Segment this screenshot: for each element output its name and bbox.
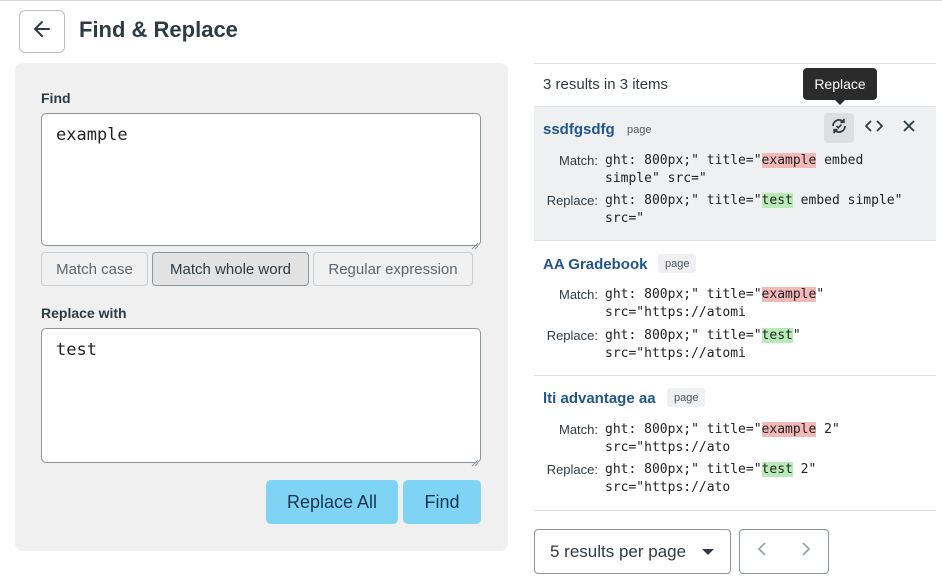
replace-input-value: test xyxy=(56,340,97,360)
previous-page-button[interactable] xyxy=(740,530,784,573)
match-whole-word-label: Match whole word xyxy=(170,260,291,278)
result-title-link[interactable]: ssdfgsdfg xyxy=(543,121,615,138)
tooltip-arrow xyxy=(834,99,846,105)
match-label: Match: xyxy=(558,153,598,168)
page-title: Find & Replace xyxy=(79,17,238,42)
page-badge: page xyxy=(658,254,697,273)
match-case-toggle[interactable]: Match case xyxy=(41,252,148,286)
match-snippet: ght: 800px;" title="example embed simple… xyxy=(605,153,864,186)
close-icon xyxy=(902,119,916,138)
replace-item-button[interactable] xyxy=(824,113,854,143)
match-case-label: Match case xyxy=(56,260,133,278)
view-source-button[interactable] xyxy=(859,113,889,143)
next-page-button[interactable] xyxy=(784,530,828,573)
result-item: AA Gradebook page Match: ght: 800px;" ti… xyxy=(534,241,936,375)
match-label: Match: xyxy=(558,422,598,437)
replace-label: Replace: xyxy=(546,462,598,477)
replace-label: Replace with xyxy=(41,305,127,321)
result-item: ssdfgsdfg page Match: ght: 800px;" title… xyxy=(534,107,936,240)
regular-expression-toggle[interactable]: Regular expression xyxy=(313,252,473,286)
replace-snippet: ght: 800px;" title="test 2" src="https:/… xyxy=(605,462,817,495)
find-button[interactable]: Find xyxy=(403,480,481,524)
top-divider xyxy=(0,0,942,1)
match-snippet: ght: 800px;" title="example 2" src="http… xyxy=(605,422,840,455)
find-button-label: Find xyxy=(424,491,460,512)
replace-all-label: Replace All xyxy=(286,491,378,512)
results-summary: 3 results in 3 items xyxy=(543,76,669,93)
regular-expression-label: Regular expression xyxy=(328,260,458,278)
find-label: Find xyxy=(41,90,71,106)
match-whole-word-toggle[interactable]: Match whole word xyxy=(152,252,309,286)
find-input-value: example xyxy=(56,125,128,145)
divider xyxy=(534,510,936,511)
replace-label: Replace: xyxy=(546,193,598,208)
resize-handle-icon[interactable] xyxy=(469,234,479,250)
pagination-controls xyxy=(739,529,829,574)
replace-icon xyxy=(830,117,848,140)
code-icon xyxy=(865,119,883,138)
replace-label: Replace: xyxy=(546,328,598,343)
chevron-right-icon xyxy=(801,541,811,562)
dismiss-button[interactable] xyxy=(894,113,924,143)
search-form-panel: Find example Match case Match whole word… xyxy=(15,63,508,551)
match-label: Match: xyxy=(558,287,598,302)
chevron-down-icon xyxy=(702,549,714,555)
page-badge: page xyxy=(627,123,652,136)
replace-tooltip: Replace xyxy=(803,68,877,100)
back-button[interactable] xyxy=(19,10,65,53)
replace-all-button[interactable]: Replace All xyxy=(266,480,398,524)
replace-snippet: ght: 800px;" title="test" src="https://a… xyxy=(605,328,801,361)
page-badge: page xyxy=(667,388,706,407)
match-snippet: ght: 800px;" title="example" src="https:… xyxy=(605,287,825,320)
arrow-left-icon xyxy=(32,19,52,44)
resize-handle-icon[interactable] xyxy=(469,451,479,467)
result-title-link[interactable]: AA Gradebook xyxy=(543,256,647,273)
replace-snippet: ght: 800px;" title="test embed simple" s… xyxy=(605,193,903,226)
chevron-left-icon xyxy=(757,541,767,562)
results-per-page-value: 5 results per page xyxy=(550,541,687,561)
results-per-page-select[interactable]: 5 results per page xyxy=(534,529,731,574)
result-title-link[interactable]: lti advantage aa xyxy=(543,390,656,407)
find-input[interactable]: example xyxy=(41,113,481,250)
divider xyxy=(534,63,936,64)
result-item: lti advantage aa page Match: ght: 800px;… xyxy=(534,376,936,510)
replace-input[interactable]: test xyxy=(41,328,481,467)
